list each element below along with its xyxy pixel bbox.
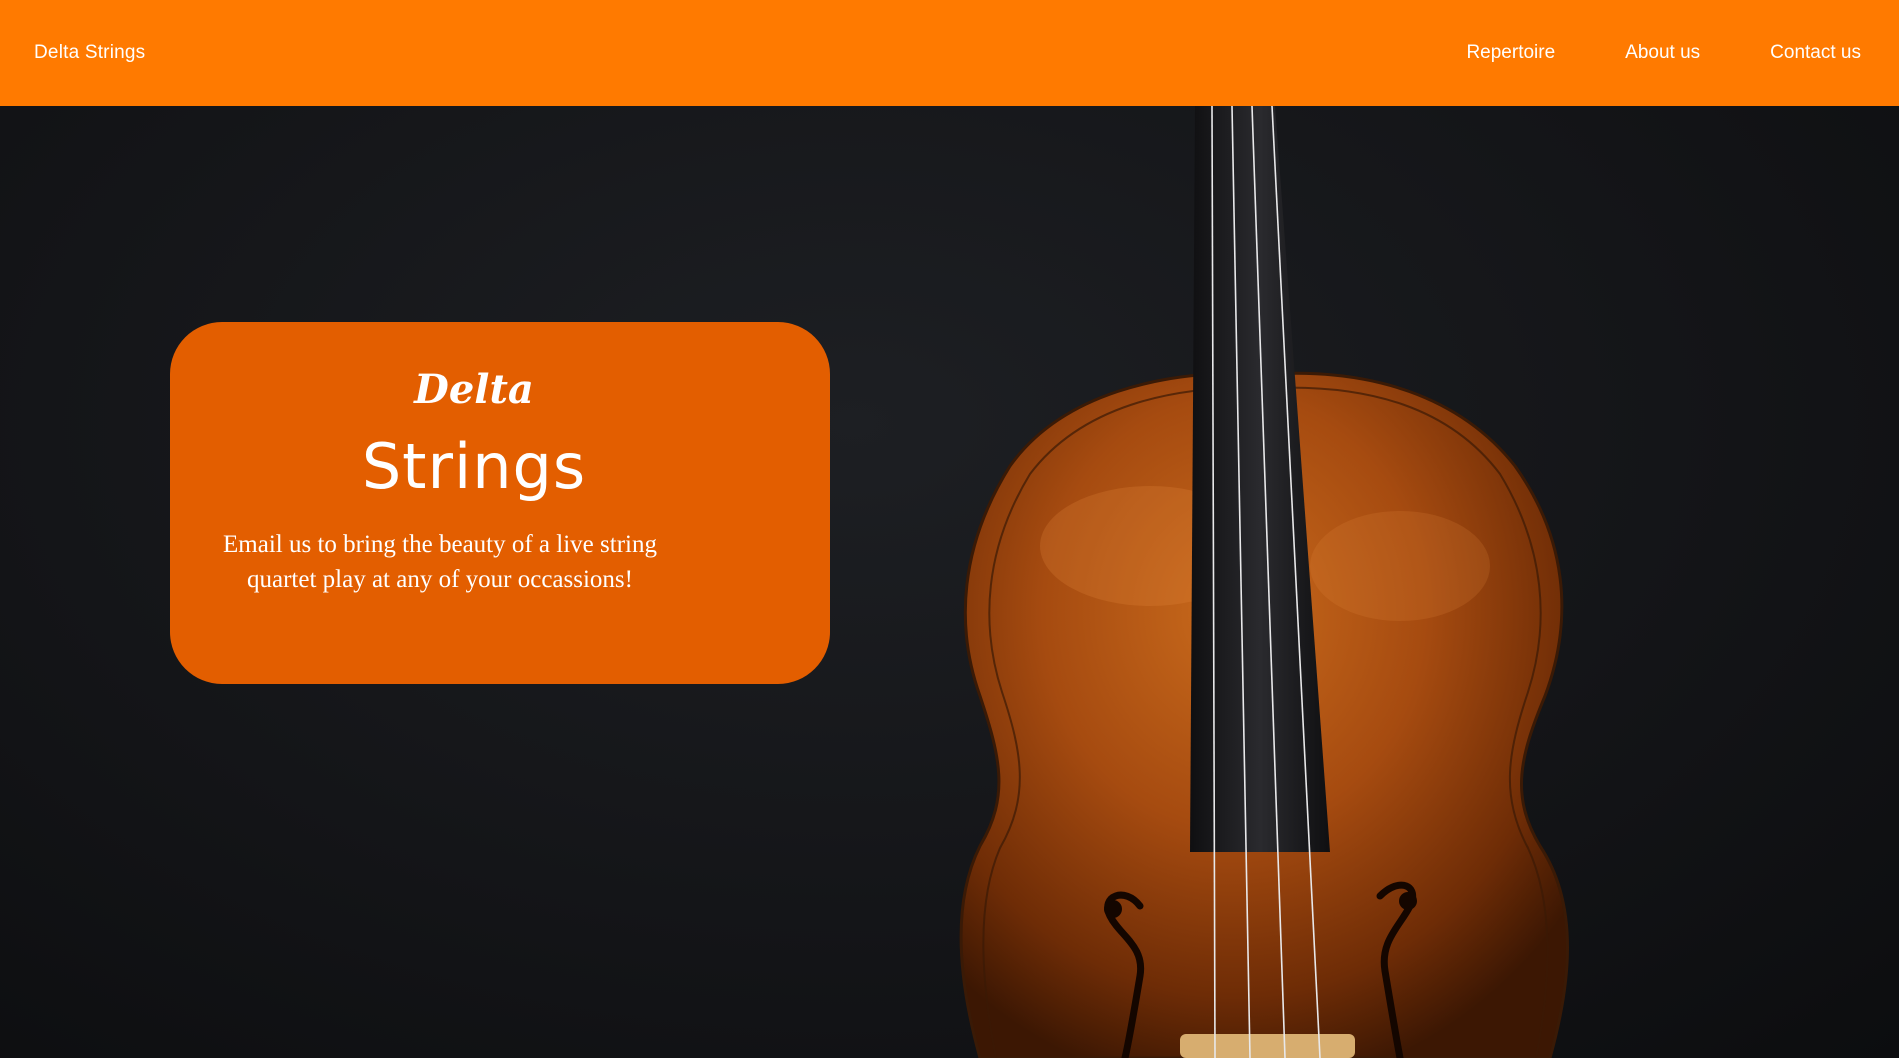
nav-links: Repertoire About us Contact us bbox=[1466, 42, 1861, 64]
hero-script-title: Delta bbox=[414, 366, 534, 413]
brand-logo-link[interactable]: Delta Strings bbox=[34, 42, 145, 64]
nav-link-repertoire[interactable]: Repertoire bbox=[1466, 42, 1555, 64]
page: Delta Strings Repertoire About us Contac… bbox=[0, 0, 1899, 1058]
navbar: Delta Strings Repertoire About us Contac… bbox=[0, 0, 1899, 106]
violin-image bbox=[959, 106, 1569, 1058]
nav-link-about-us[interactable]: About us bbox=[1625, 42, 1700, 64]
hero-card: Delta Strings Email us to bring the beau… bbox=[170, 322, 830, 684]
nav-link-contact-us[interactable]: Contact us bbox=[1770, 42, 1861, 64]
violin-bridge bbox=[1180, 1034, 1355, 1058]
hero-tagline: Email us to bring the beauty of a live s… bbox=[223, 531, 657, 593]
hero-title: Strings bbox=[361, 430, 587, 503]
